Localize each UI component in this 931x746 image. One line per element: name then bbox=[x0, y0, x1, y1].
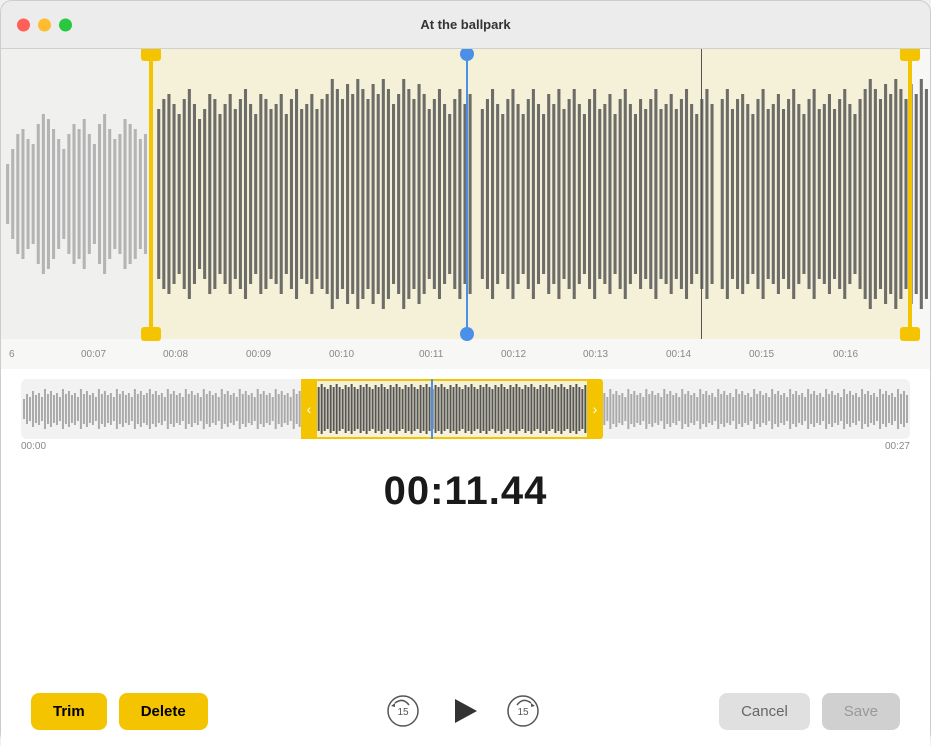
section-marker bbox=[701, 49, 702, 339]
timeline-label-16: 00:16 bbox=[833, 349, 858, 360]
bottom-controls: Trim Delete 15 bbox=[1, 676, 930, 746]
timeline-label-12: 00:12 bbox=[501, 349, 526, 360]
mini-timeline-labels: 00:00 00:27 bbox=[21, 439, 910, 454]
trim-button[interactable]: Trim bbox=[31, 693, 107, 730]
mini-trim-handle-left[interactable]: ‹ bbox=[301, 379, 317, 439]
mini-waveform-section: ‹ › // This won't execute inside SVG, so… bbox=[1, 369, 930, 459]
delete-button[interactable]: Delete bbox=[119, 693, 208, 730]
timeline-label-11: 00:11 bbox=[419, 349, 443, 360]
play-button[interactable] bbox=[443, 691, 483, 731]
mini-timeline-start: 00:00 bbox=[21, 441, 46, 452]
timeline-label-15: 00:15 bbox=[749, 349, 774, 360]
mini-trim-handle-right[interactable]: › bbox=[587, 379, 603, 439]
maximize-button[interactable] bbox=[59, 18, 72, 31]
play-icon bbox=[443, 691, 483, 731]
timeline-label-8: 00:08 bbox=[163, 349, 188, 360]
minimize-button[interactable] bbox=[38, 18, 51, 31]
timeline-label-6: 6 bbox=[9, 349, 15, 360]
trim-handle-left[interactable] bbox=[149, 49, 153, 339]
mini-waveform-container[interactable]: ‹ › // This won't execute inside SVG, so… bbox=[21, 379, 910, 439]
mini-timeline-end: 00:27 bbox=[885, 441, 910, 452]
current-time: 00:11.44 bbox=[384, 469, 548, 514]
left-controls: Trim Delete bbox=[31, 693, 208, 730]
timeline-label-9: 00:09 bbox=[246, 349, 271, 360]
save-button[interactable]: Save bbox=[822, 693, 900, 730]
right-controls: Cancel Save bbox=[719, 693, 900, 730]
titlebar: At the ballpark bbox=[1, 1, 930, 49]
window-title: At the ballpark bbox=[420, 17, 510, 32]
trim-handle-right[interactable] bbox=[908, 49, 912, 339]
close-button[interactable] bbox=[17, 18, 30, 31]
timeline-label-7: 00:07 bbox=[81, 349, 106, 360]
timestamp-section: 00:11.44 bbox=[1, 459, 930, 519]
mini-playhead bbox=[431, 379, 433, 439]
timeline-label-14: 00:14 bbox=[666, 349, 691, 360]
timeline-label-13: 00:13 bbox=[583, 349, 608, 360]
mini-waveform-svg: // This won't execute inside SVG, so we … bbox=[21, 379, 910, 439]
main-waveform-section[interactable]: 6 00:07 00:08 00:09 00:10 00:11 00:12 00… bbox=[1, 49, 930, 369]
svg-text:15: 15 bbox=[398, 707, 410, 718]
main-content: 6 00:07 00:08 00:09 00:10 00:11 00:12 00… bbox=[1, 49, 930, 746]
timeline-labels: 6 00:07 00:08 00:09 00:10 00:11 00:12 00… bbox=[1, 339, 930, 369]
timeline-label-10: 00:10 bbox=[329, 349, 354, 360]
skip-back-icon: 15 bbox=[385, 693, 421, 729]
center-controls: 15 15 bbox=[383, 691, 543, 731]
playhead[interactable] bbox=[466, 49, 468, 339]
svg-text:15: 15 bbox=[518, 707, 530, 718]
cancel-button[interactable]: Cancel bbox=[719, 693, 810, 730]
skip-forward-icon: 15 bbox=[505, 693, 541, 729]
skip-back-button[interactable]: 15 bbox=[383, 691, 423, 731]
skip-forward-button[interactable]: 15 bbox=[503, 691, 543, 731]
window-controls bbox=[17, 18, 72, 31]
